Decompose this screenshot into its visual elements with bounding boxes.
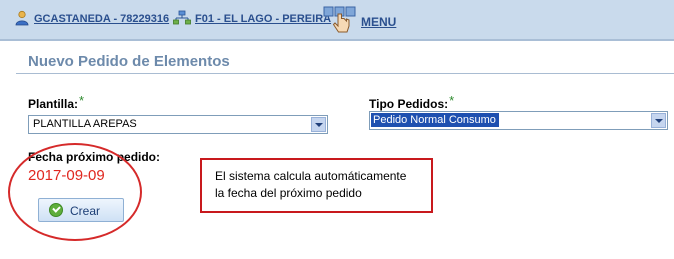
highlight-oval <box>8 143 142 241</box>
tipo-pedidos-required-mark: * <box>449 93 455 108</box>
plantilla-select[interactable]: PLANTILLA AREPAS <box>28 115 328 134</box>
office-network-icon <box>173 10 191 25</box>
header-shadow <box>0 39 674 41</box>
office-link[interactable]: F01 - EL LAGO - PEREIRA <box>195 13 331 25</box>
plantilla-label-text: Plantilla: <box>28 97 79 111</box>
user-link[interactable]: GCASTANEDA - 78229316 <box>34 13 169 25</box>
title-divider <box>16 73 674 74</box>
tipo-pedidos-label-text: Tipo Pedidos: <box>369 97 449 111</box>
header-bar: GCASTANEDA - 78229316 F01 - EL LAGO - PE… <box>0 0 674 41</box>
annotation-line-1: El sistema calcula automáticamente <box>215 169 407 183</box>
user-icon <box>15 10 29 26</box>
tipo-pedidos-select[interactable]: Pedido Normal Consumo <box>369 111 668 130</box>
plantilla-label: Plantilla:* <box>28 93 85 111</box>
chevron-down-icon[interactable] <box>311 117 326 132</box>
annotation-line-2: la fecha del próximo pedido <box>215 186 362 200</box>
tipo-pedidos-select-value: Pedido Normal Consumo <box>371 113 499 127</box>
annotation-box: El sistema calcula automáticamente la fe… <box>200 158 433 213</box>
menu-hand-icon[interactable] <box>323 6 359 36</box>
chevron-down-icon[interactable] <box>651 113 666 128</box>
page-title: Nuevo Pedido de Elementos <box>28 53 230 70</box>
plantilla-required-mark: * <box>79 93 85 108</box>
plantilla-select-value: PLANTILLA AREPAS <box>33 118 137 130</box>
menu-link[interactable]: MENU <box>361 15 396 29</box>
tipo-pedidos-label: Tipo Pedidos:* <box>369 93 455 111</box>
